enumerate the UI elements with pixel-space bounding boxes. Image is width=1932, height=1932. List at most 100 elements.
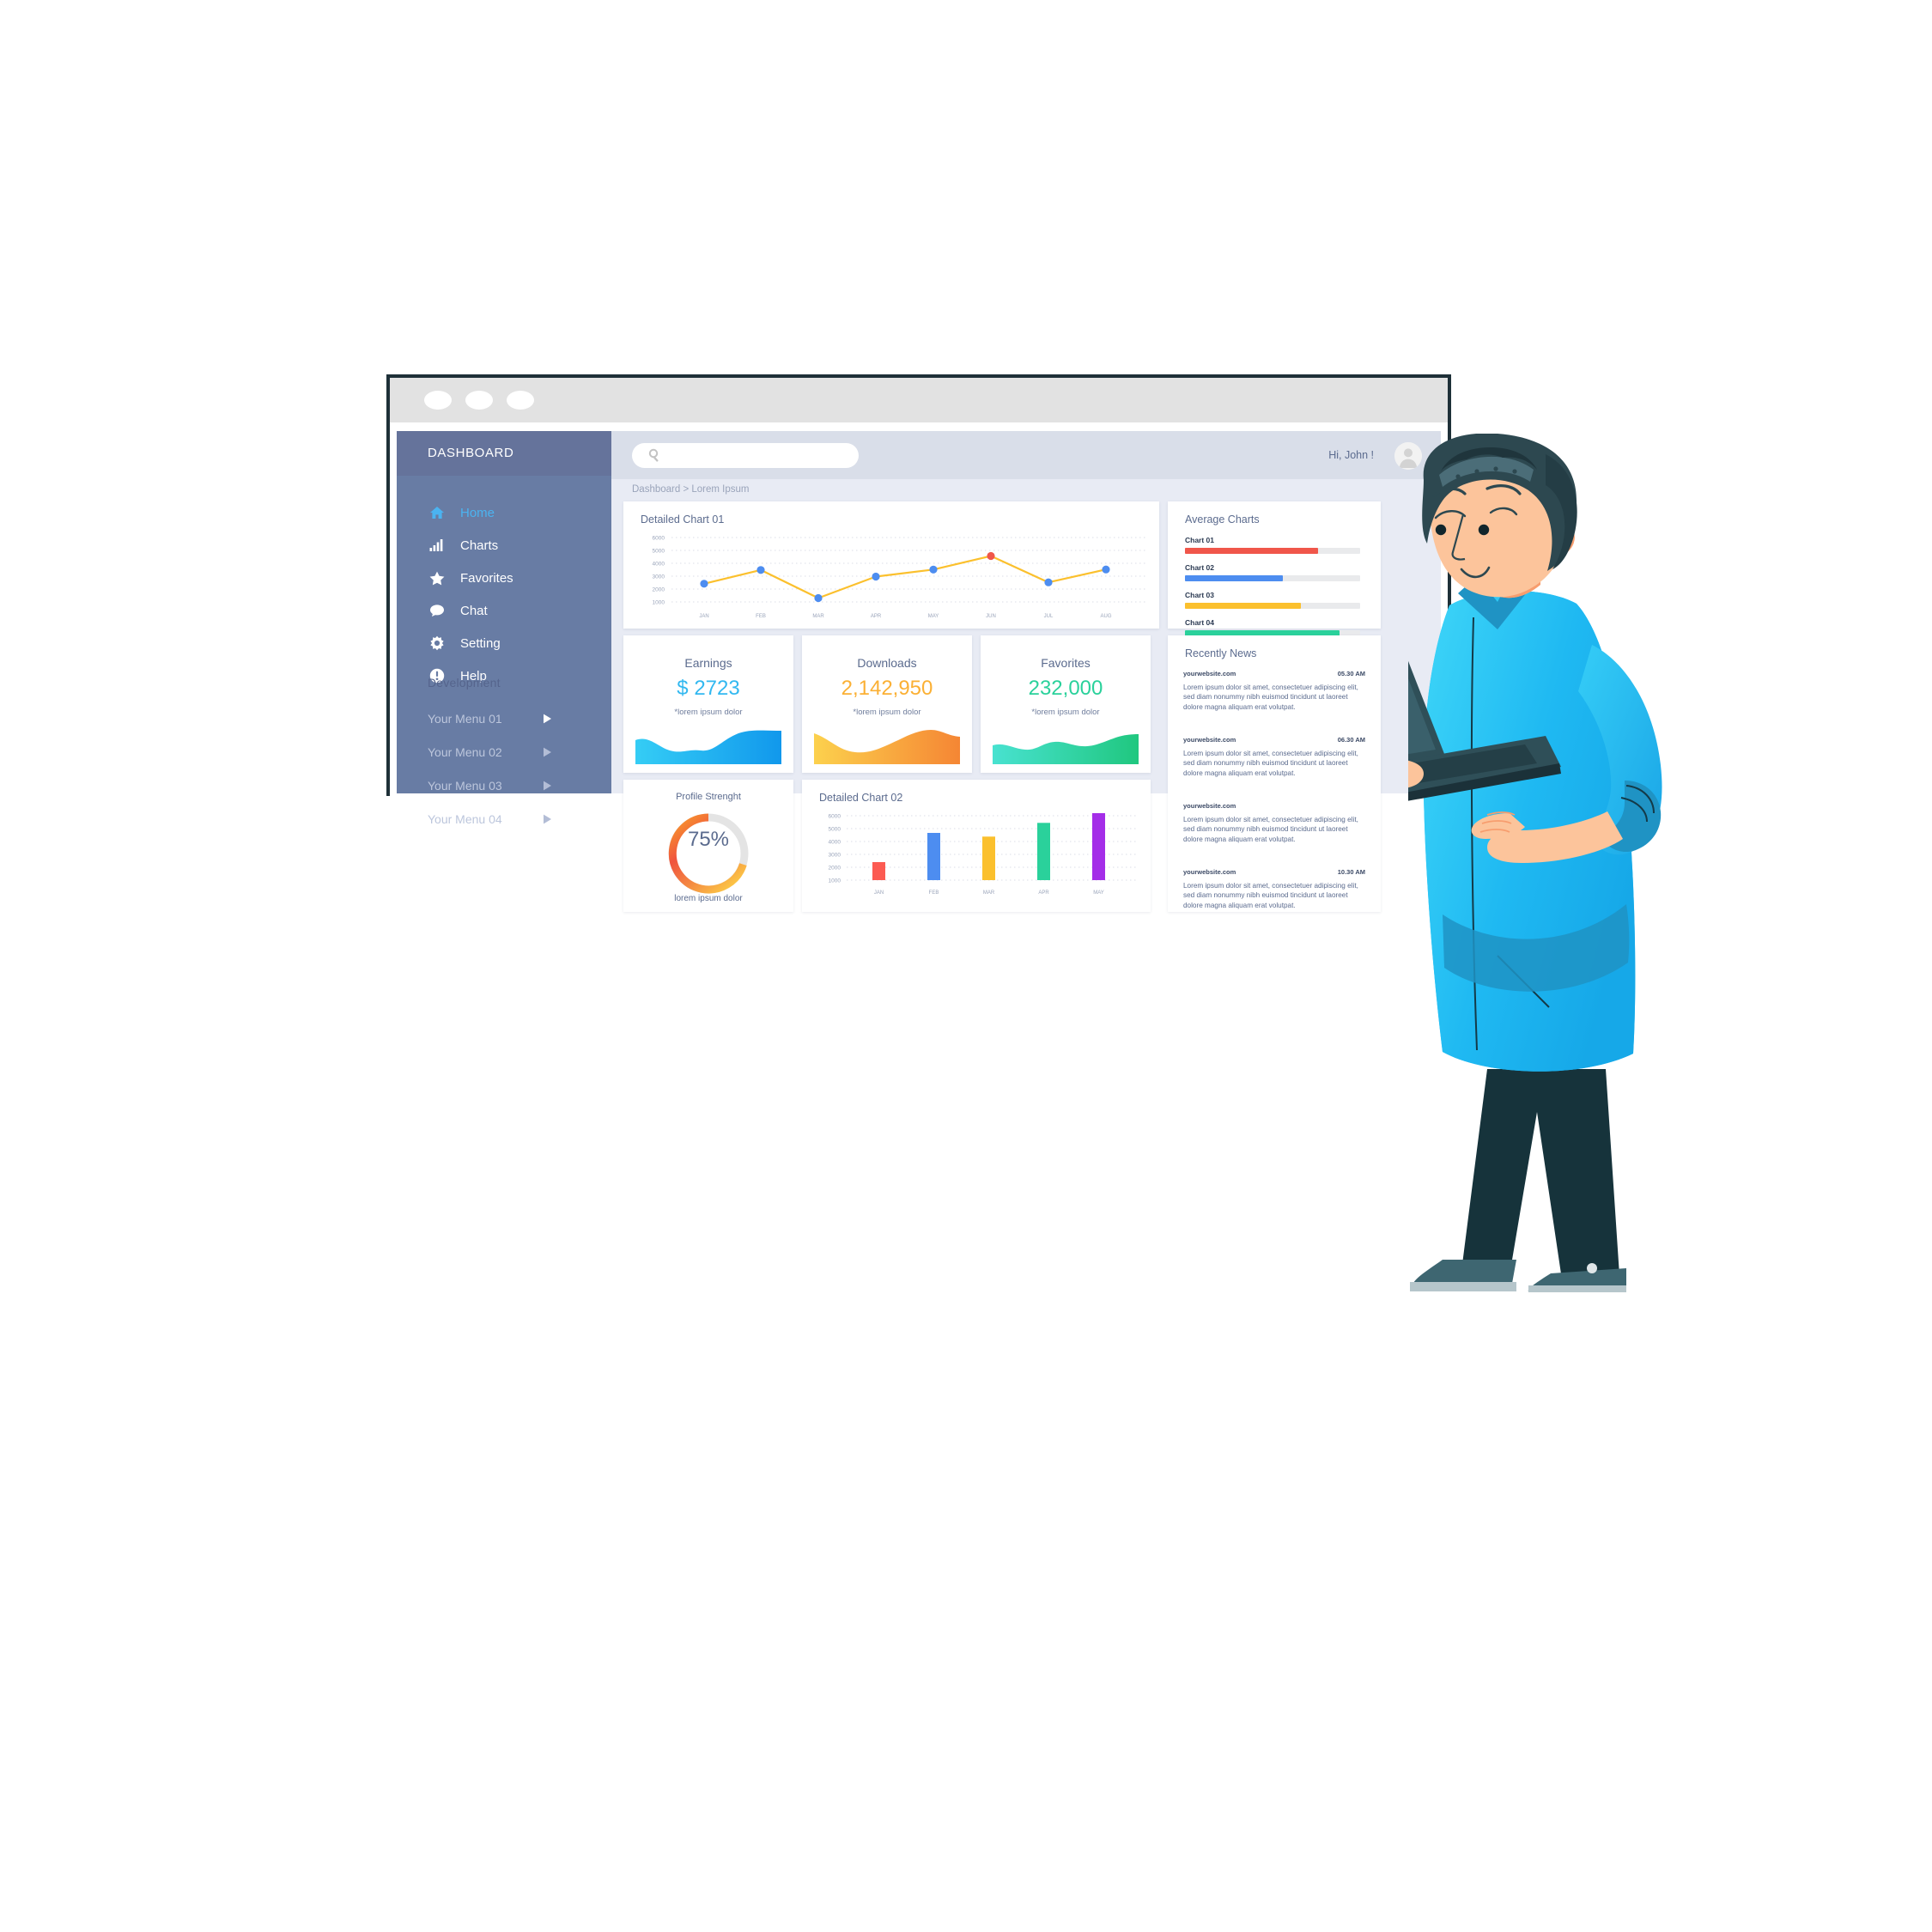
sidebar-item-label: Setting: [460, 635, 501, 651]
gear-icon: [428, 635, 447, 652]
sidebar-submenu: Your Menu 01 Your Menu 02 Your Menu 03 Y…: [397, 702, 611, 835]
line-chart-svg: 6000 5000 4000 3000 2000 1000 JAN FEB MA…: [653, 536, 1145, 619]
sidebar-section-title: Development: [428, 676, 501, 690]
sidebar-item-label: Chat: [460, 603, 488, 618]
svg-text:2000: 2000: [829, 866, 841, 872]
stat-title: Downloads: [857, 656, 917, 670]
sidebar-item-charts[interactable]: Charts: [397, 529, 611, 562]
average-row: Chart 03: [1185, 591, 1360, 609]
svg-text:6000: 6000: [829, 814, 841, 820]
home-icon: [428, 504, 447, 521]
sidebar-submenu-item-02[interactable]: Your Menu 02: [397, 735, 611, 769]
sidebar: DASHBOARD Home Charts Favorites Chat Set…: [397, 431, 611, 826]
progress-track: [1185, 575, 1360, 581]
svg-text:MAY: MAY: [1093, 890, 1104, 896]
eye-left: [1435, 524, 1447, 536]
news-title: Recently News: [1185, 647, 1257, 659]
user-greeting: Hi, John !: [1328, 449, 1374, 461]
news-body: Lorem ipsum dolor sit amet, consectetuer…: [1183, 750, 1358, 777]
browser-viewport: DASHBOARD Home Charts Favorites Chat Set…: [390, 422, 1448, 912]
recently-news-card: Recently News yourwebsite.com 05.30 AM L…: [1168, 635, 1381, 912]
sidebar-submenu-label: Your Menu 03: [428, 778, 502, 793]
sparkline-orange: [814, 730, 960, 764]
sidebar-item-chat[interactable]: Chat: [397, 594, 611, 627]
bar-chart-svg: 6000 5000 4000 3000 2000 1000 JAN FEB MA…: [829, 813, 1139, 896]
average-charts-title: Average Charts: [1185, 513, 1260, 526]
svg-text:3000: 3000: [829, 853, 841, 859]
stat-card-earnings: Earnings $ 2723 *lorem ipsum dolor: [623, 635, 793, 773]
breadcrumb[interactable]: Dashboard > Lorem Ipsum: [632, 484, 749, 495]
news-time: 10.30 AM: [1337, 868, 1365, 876]
svg-text:FEB: FEB: [929, 890, 939, 896]
donut-chart: [668, 813, 749, 894]
sidebar-submenu-item-03[interactable]: Your Menu 03: [397, 769, 611, 802]
caret-right-icon: [543, 814, 552, 824]
progress-track: [1185, 548, 1360, 554]
close-dot[interactable]: [424, 391, 452, 410]
search-box[interactable]: [632, 443, 859, 470]
news-item[interactable]: yourwebsite.com 10.30 AM Lorem ipsum dol…: [1183, 868, 1365, 910]
topbar: Hi, John !: [611, 431, 1441, 479]
average-row: Chart 01: [1185, 536, 1360, 554]
svg-text:JUL: JUL: [1044, 614, 1054, 619]
sparkline-blue: [635, 730, 781, 764]
news-header: yourwebsite.com 05.30 AM: [1183, 670, 1365, 681]
stat-subtitle: *lorem ipsum dolor: [1031, 708, 1100, 717]
scene: DASHBOARD Home Charts Favorites Chat Set…: [0, 0, 1932, 1932]
svg-text:4000: 4000: [653, 562, 665, 568]
progress-fill: [1185, 548, 1319, 554]
sidebar-submenu-item-01[interactable]: Your Menu 01: [397, 702, 611, 735]
stat-value: $ 2723: [677, 677, 740, 700]
news-body: Lorem ipsum dolor sit amet, consectetuer…: [1183, 683, 1358, 711]
svg-text:5000: 5000: [829, 827, 841, 833]
search-input[interactable]: [671, 443, 847, 470]
sidebar-title: DASHBOARD: [428, 446, 514, 460]
sidebar-item-home[interactable]: Home: [397, 496, 611, 529]
news-item[interactable]: yourwebsite.com 06.30 AM Lorem ipsum dol…: [1183, 736, 1365, 778]
svg-text:1000: 1000: [653, 600, 665, 606]
eye-right: [1478, 524, 1490, 536]
svg-text:JUN: JUN: [986, 614, 996, 619]
average-label: Chart 02: [1185, 563, 1215, 572]
news-item[interactable]: yourwebsite.com 05.30 AM Lorem ipsum dol…: [1183, 670, 1365, 712]
average-label: Chart 03: [1185, 591, 1215, 599]
news-body: Lorem ipsum dolor sit amet, consectetuer…: [1183, 816, 1358, 843]
man-holding-laptop-illustration: [1408, 434, 1662, 1292]
stat-title: Earnings: [684, 656, 732, 670]
sparkline-green: [993, 734, 1139, 764]
progress-fill: [1185, 575, 1284, 581]
average-row: Chart 02: [1185, 563, 1360, 581]
shoe-sole-back: [1410, 1282, 1516, 1291]
average-charts-card: Average Charts Chart 01 Chart 02 Chart 0…: [1168, 501, 1381, 636]
sidebar-item-label: Charts: [460, 538, 499, 553]
profile-subtitle: lorem ipsum dolor: [674, 894, 743, 903]
average-label: Chart 01: [1185, 536, 1215, 544]
progress-fill: [1185, 603, 1301, 609]
svg-text:1000: 1000: [829, 878, 841, 884]
svg-text:MAY: MAY: [928, 614, 939, 619]
sidebar-submenu-label: Your Menu 04: [428, 811, 502, 826]
sidebar-item-favorites[interactable]: Favorites: [397, 562, 611, 594]
line-chart-card: Detailed Chart 01 6000 5000 4000 3000 20…: [623, 501, 1159, 629]
sidebar-submenu-item-04[interactable]: Your Menu 04: [397, 802, 611, 835]
sidebar-item-setting[interactable]: Setting: [397, 627, 611, 659]
svg-text:4000: 4000: [829, 840, 841, 846]
svg-text:JAN: JAN: [699, 614, 708, 619]
main-content: Hi, John ! Dashboard > Lorem Ipsum Detai…: [611, 431, 1441, 912]
browser-titlebar: [390, 378, 1448, 422]
news-site: yourwebsite.com: [1183, 802, 1236, 810]
news-item[interactable]: yourwebsite.com Lorem ipsum dolor sit am…: [1183, 802, 1365, 844]
svg-text:2000: 2000: [653, 587, 665, 593]
maximize-dot[interactable]: [507, 391, 534, 410]
sidebar-nav: Home Charts Favorites Chat Setting Help: [397, 496, 611, 692]
svg-text:5000: 5000: [653, 549, 665, 555]
news-site: yourwebsite.com: [1183, 868, 1236, 876]
sidebar-submenu-label: Your Menu 01: [428, 711, 502, 726]
svg-text:APR: APR: [871, 614, 882, 619]
svg-text:AUG: AUG: [1100, 614, 1111, 619]
star-icon: [428, 569, 447, 586]
news-site: yourwebsite.com: [1183, 736, 1236, 744]
news-header: yourwebsite.com: [1183, 802, 1365, 813]
caret-right-icon: [543, 781, 552, 791]
minimize-dot[interactable]: [465, 391, 493, 410]
